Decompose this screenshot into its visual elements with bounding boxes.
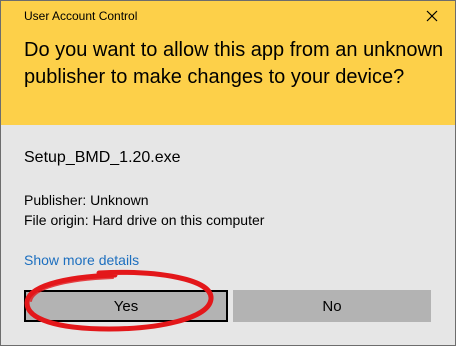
no-button[interactable]: No — [233, 290, 431, 322]
show-more-details-link[interactable]: Show more details — [24, 252, 139, 268]
prompt-question: Do you want to allow this app from an un… — [24, 39, 444, 88]
app-name: Setup_BMD_1.20.exe — [24, 149, 181, 166]
file-origin-text: File origin: Hard drive on this computer — [24, 212, 265, 228]
uac-dialog: User Account Control Do you want to allo… — [0, 0, 456, 346]
yes-button[interactable]: Yes — [24, 290, 228, 322]
publisher-text: Publisher: Unknown — [24, 192, 149, 208]
dialog-header: User Account Control Do you want to allo… — [1, 1, 455, 125]
close-button[interactable] — [419, 5, 445, 27]
close-icon — [426, 10, 438, 22]
window-title: User Account Control — [24, 9, 138, 23]
